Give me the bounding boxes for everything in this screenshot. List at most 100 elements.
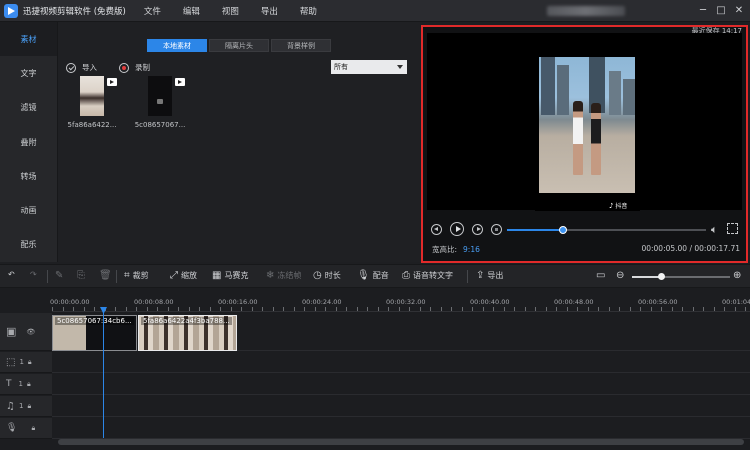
music-track-header: ♫ 1 🔒︎ bbox=[0, 396, 52, 417]
sidebar-item-filters[interactable]: 滤镜 bbox=[0, 91, 57, 125]
time-ruler[interactable]: 00:00:00.00 00:00:08.00 00:00:16.00 00:00:2… bbox=[50, 288, 750, 312]
maximize-icon[interactable]: □ bbox=[714, 3, 728, 17]
timeline-scrollbar[interactable] bbox=[58, 439, 744, 445]
sidebar-item-media[interactable]: 素材 bbox=[0, 22, 57, 57]
ruler-tick bbox=[115, 307, 116, 311]
minimize-icon[interactable]: ─ bbox=[696, 3, 710, 17]
menu-file[interactable]: 文件 bbox=[144, 5, 161, 17]
progress-knob[interactable] bbox=[558, 226, 567, 234]
ruler-label: 00:00:40.00 bbox=[470, 298, 510, 306]
ruler-tick bbox=[209, 307, 211, 311]
next-frame-icon[interactable] bbox=[472, 223, 483, 235]
ruler-tick bbox=[629, 307, 631, 311]
ruler-tick bbox=[346, 307, 347, 311]
undo-icon[interactable]: ↶ bbox=[8, 270, 15, 279]
ruler-tick bbox=[199, 307, 200, 311]
menu-edit[interactable]: 编辑 bbox=[183, 5, 200, 17]
timeline-zoom-slider[interactable] bbox=[632, 273, 730, 280]
redo-icon[interactable]: ↷ bbox=[30, 270, 37, 279]
ruler-tick bbox=[556, 307, 557, 311]
tab-intro-clips[interactable]: 隔离片头 bbox=[209, 39, 269, 52]
watermark-brand: 抖音 bbox=[615, 203, 628, 210]
lock-icon[interactable]: 🔒︎ bbox=[28, 358, 32, 367]
zoom-in-icon[interactable]: ⊕ bbox=[733, 270, 744, 281]
delete-icon[interactable]: 🗑︎ bbox=[99, 270, 115, 281]
menu-help[interactable]: 帮助 bbox=[300, 5, 317, 17]
app-logo-icon bbox=[4, 3, 18, 18]
ruler-tick bbox=[83, 307, 85, 311]
tiktok-watermark: ♪ 抖音 bbox=[609, 201, 627, 210]
export-button[interactable]: ⇪ 导出 bbox=[476, 270, 503, 281]
timeline-clip[interactable]: 5fa86a6422a4f3ba788... bbox=[138, 315, 237, 351]
voice-track-header: 🎙︎ 🔒︎ bbox=[0, 418, 52, 439]
tab-background-samples[interactable]: 背景样例 bbox=[271, 39, 331, 52]
menu-view[interactable]: 视图 bbox=[222, 5, 239, 17]
playhead[interactable] bbox=[103, 307, 104, 438]
media-item[interactable]: 5c08657067... bbox=[128, 76, 192, 129]
voiceover-button[interactable]: 🎙︎ 配音 bbox=[357, 270, 389, 281]
sidebar-item-music[interactable]: 配乐 bbox=[0, 228, 57, 262]
fullscreen-icon[interactable] bbox=[727, 223, 738, 234]
ruler-tick bbox=[388, 307, 389, 311]
ruler-tick bbox=[398, 307, 400, 311]
ruler-tick bbox=[545, 307, 547, 311]
crop-button[interactable]: ⌗ 裁剪 bbox=[124, 270, 149, 281]
lock-icon[interactable]: 🔒︎ bbox=[31, 424, 35, 433]
split-icon[interactable]: ⎘ bbox=[77, 270, 88, 281]
speech-to-text-button[interactable]: ⎙ 语音转文字 bbox=[402, 270, 453, 281]
clip-label: 5fa86a6422a4f3ba788... bbox=[141, 317, 232, 325]
previous-frame-icon[interactable] bbox=[431, 223, 442, 235]
track-count: 1 bbox=[19, 358, 24, 366]
duration-button[interactable]: ◷ 时长 bbox=[313, 270, 341, 281]
sidebar-item-text[interactable]: 文字 bbox=[0, 56, 57, 90]
eye-icon[interactable]: 👁︎ bbox=[26, 328, 35, 336]
sidebar-item-overlays[interactable]: 叠附 bbox=[0, 125, 57, 159]
voice-track[interactable] bbox=[52, 418, 750, 439]
ruler-tick bbox=[314, 307, 316, 311]
timeline-clip[interactable]: 5c08657067:34cb6... bbox=[52, 315, 137, 351]
volume-icon[interactable]: 🔈︎ bbox=[711, 223, 718, 237]
close-icon[interactable]: ✕ bbox=[732, 3, 746, 17]
ruler-tick bbox=[230, 307, 232, 311]
zoom-out-icon[interactable]: ⊖ bbox=[616, 270, 627, 281]
clock-icon: ◷ bbox=[313, 270, 322, 281]
title-bar: 迅捷视频剪辑软件 (免费版) 文件 编辑 视图 导出 帮助 ─ □ ✕ bbox=[0, 0, 750, 22]
zoom-slider-knob[interactable] bbox=[658, 273, 666, 280]
ruler-tick bbox=[335, 307, 337, 311]
stop-icon[interactable] bbox=[491, 223, 502, 235]
record-button[interactable]: 录制 bbox=[119, 62, 150, 73]
music-track[interactable] bbox=[52, 396, 750, 417]
sidebar-item-animations[interactable]: 动画 bbox=[0, 193, 57, 227]
aspect-ratio-value[interactable]: 9:16 bbox=[463, 245, 480, 254]
mosaic-button[interactable]: ▦ 马赛克 bbox=[212, 270, 248, 281]
text-track-icon: T bbox=[6, 379, 12, 389]
play-icon[interactable] bbox=[450, 222, 464, 236]
zoom-button[interactable]: ⤢ 缩放 bbox=[170, 270, 197, 281]
ruler-tick bbox=[671, 307, 673, 311]
fit-timeline-icon[interactable]: ▭ bbox=[596, 270, 608, 281]
filter-select[interactable]: 所有 bbox=[331, 60, 407, 74]
preview-canvas[interactable]: ♪ 抖音 bbox=[427, 33, 742, 211]
lock-icon[interactable]: 🔒︎ bbox=[27, 402, 31, 411]
menu-bar: 文件 编辑 视图 导出 帮助 bbox=[144, 5, 339, 17]
video-image bbox=[539, 57, 635, 193]
menu-export[interactable]: 导出 bbox=[261, 5, 278, 17]
sidebar-item-transitions[interactable]: 转场 bbox=[0, 159, 57, 193]
microphone-track-icon: 🎙︎ bbox=[6, 423, 18, 433]
tab-local-media[interactable]: 本地素材 bbox=[147, 39, 207, 52]
duration-label: 时长 bbox=[324, 271, 341, 280]
lock-icon[interactable]: 🔒︎ bbox=[27, 380, 31, 389]
text-track[interactable] bbox=[52, 374, 750, 395]
media-item[interactable]: 5fa86a6422... bbox=[60, 76, 124, 129]
ruler-tick bbox=[619, 307, 620, 311]
overlay-track[interactable] bbox=[52, 352, 750, 373]
media-thumbnail bbox=[80, 76, 117, 116]
zoom-icon: ⤢ bbox=[170, 270, 178, 281]
ruler-label: 00:00:00.00 bbox=[50, 298, 90, 306]
playback-progress[interactable] bbox=[507, 226, 706, 234]
import-button[interactable]: 导入 bbox=[66, 62, 97, 73]
account-area[interactable] bbox=[547, 6, 625, 16]
ruler-tick bbox=[146, 307, 148, 311]
freeze-frame-button[interactable]: ❄ 冻结帧 bbox=[266, 270, 301, 281]
edit-icon[interactable]: ✎ bbox=[55, 270, 66, 281]
